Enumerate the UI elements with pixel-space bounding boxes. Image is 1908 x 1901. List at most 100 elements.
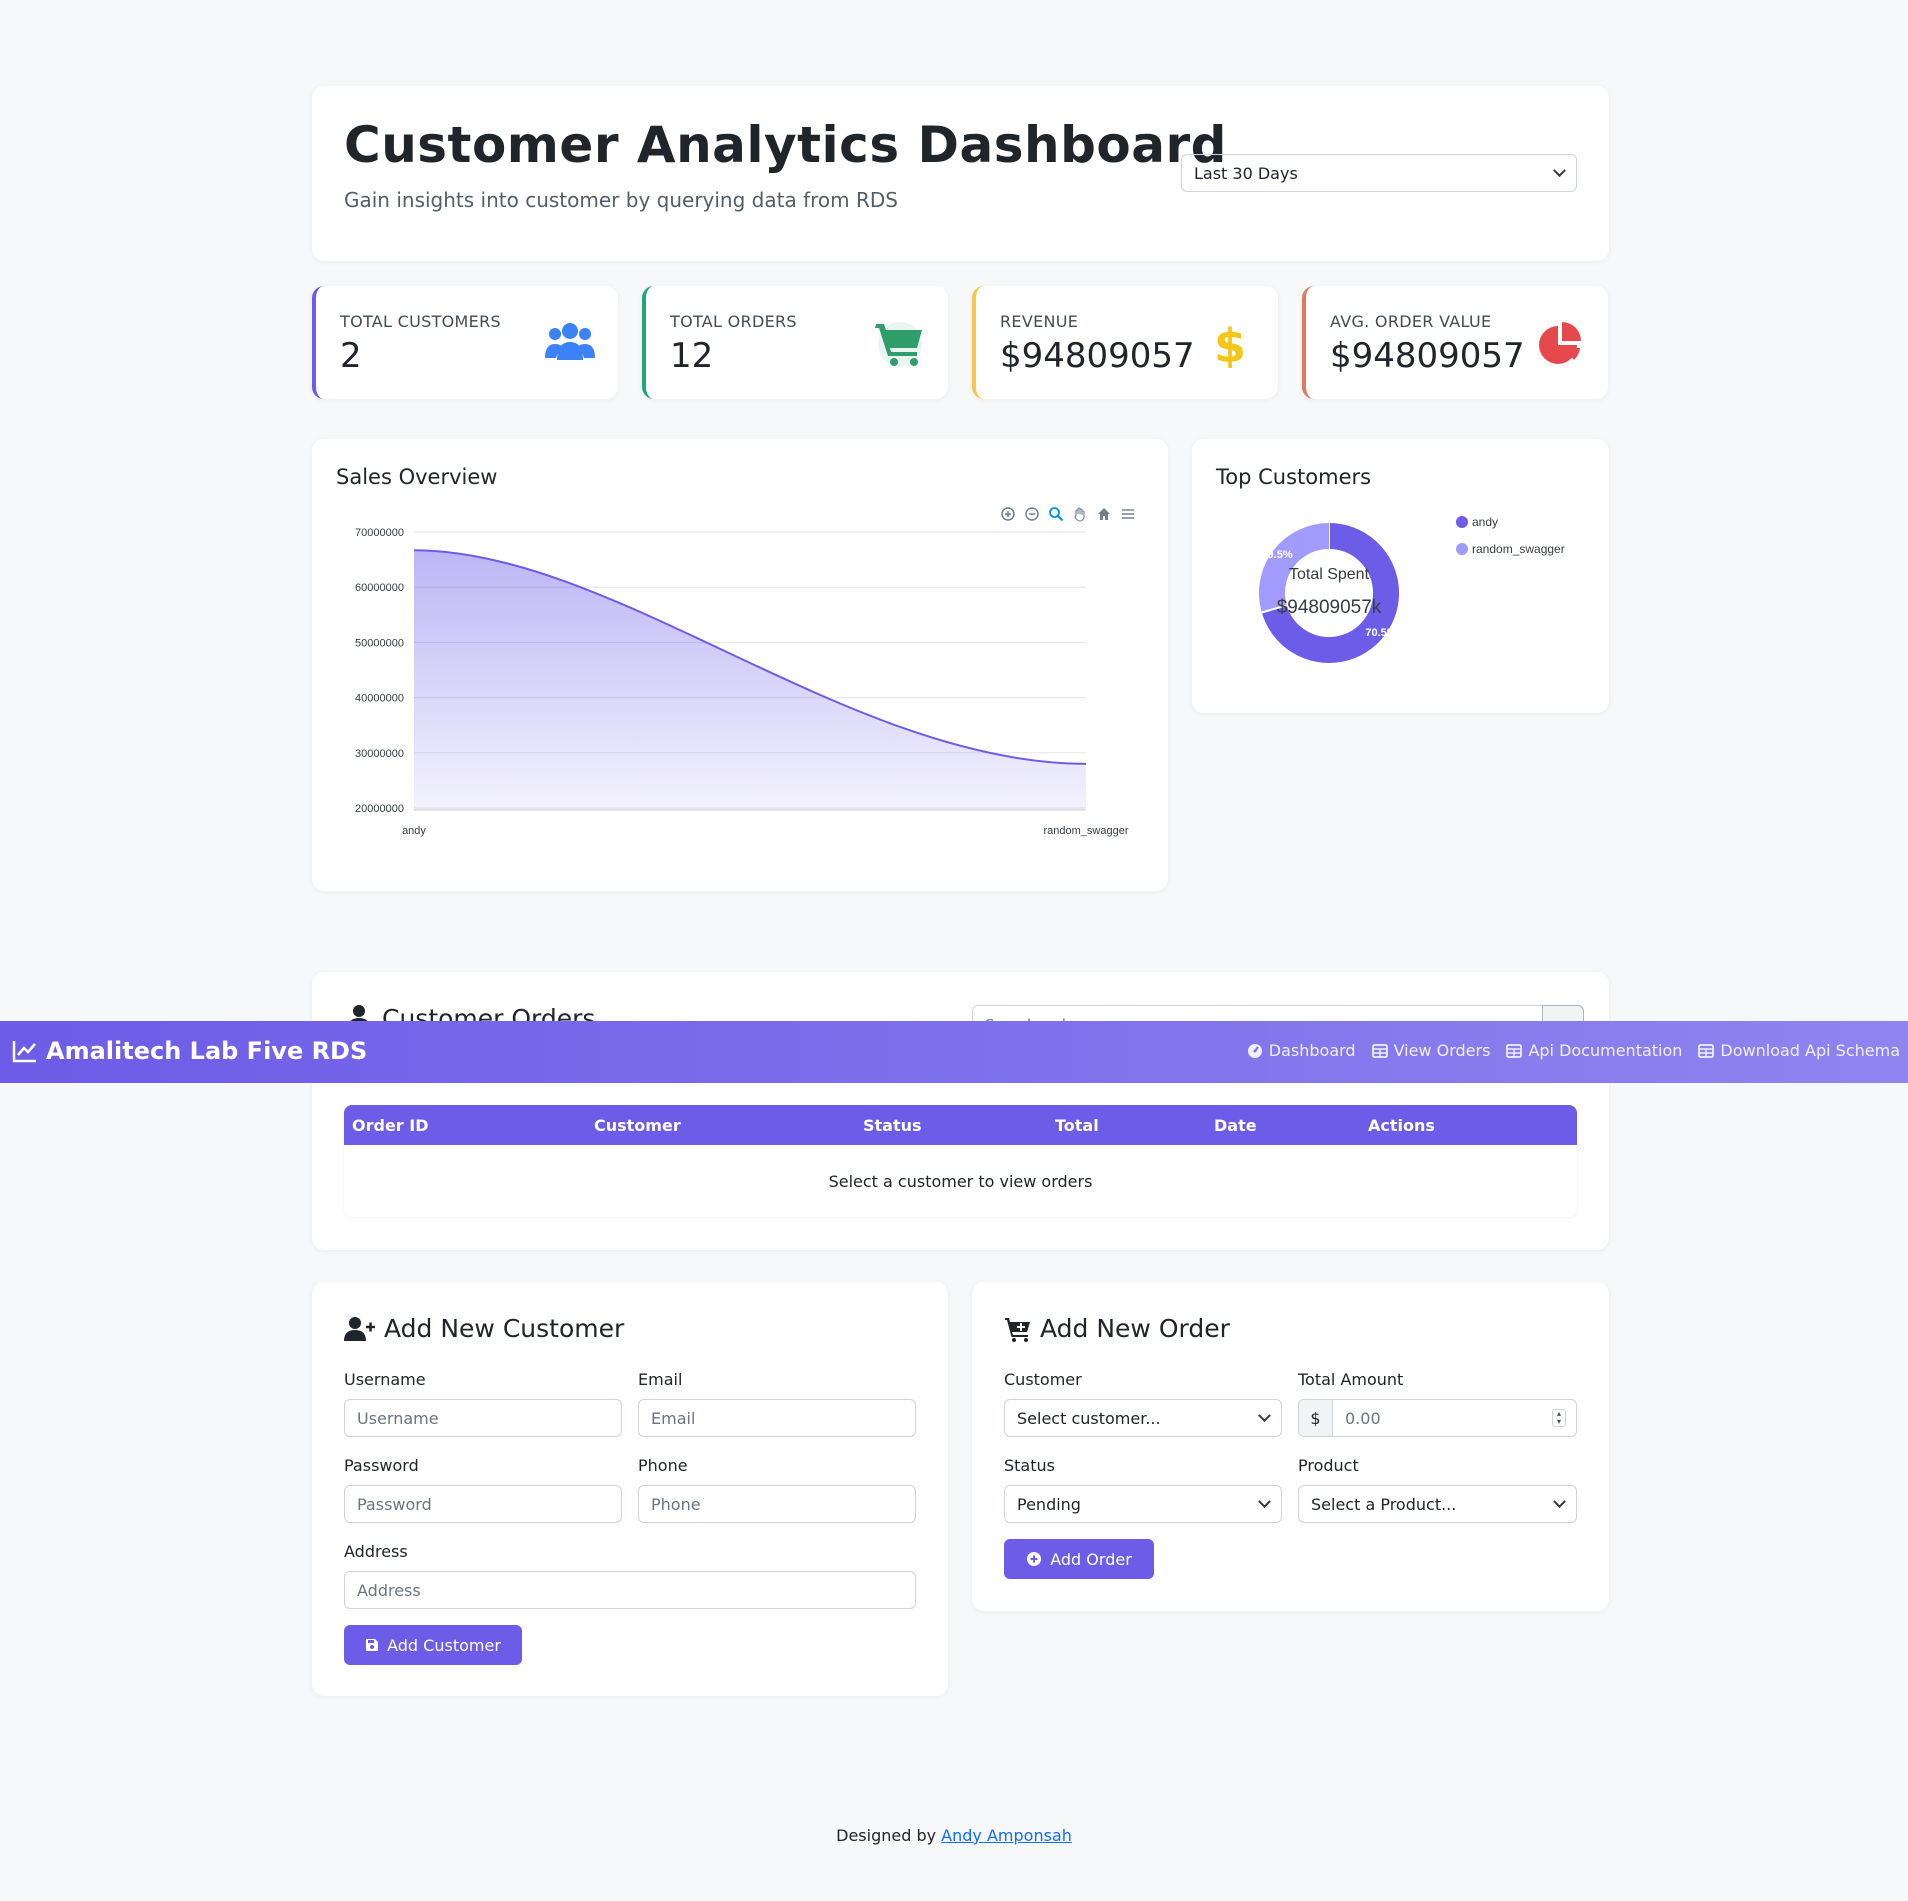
navbar-links: Dashboard View Orders Api Documentation … bbox=[1247, 1041, 1900, 1060]
slice-value-label: 29.5% bbox=[1261, 549, 1292, 561]
x-tick-label: random_swagger bbox=[1044, 825, 1129, 837]
username-label: Username bbox=[344, 1370, 426, 1389]
stat-label: TOTAL ORDERS bbox=[670, 312, 797, 331]
y-tick-label: 40000000 bbox=[355, 693, 404, 705]
nav-item-view-orders[interactable]: View Orders bbox=[1371, 1041, 1490, 1060]
stat-label: TOTAL CUSTOMERS bbox=[340, 312, 501, 331]
column-header: Actions bbox=[1368, 1116, 1435, 1135]
product-label: Product bbox=[1298, 1456, 1359, 1475]
nav-item-download-api-schema[interactable]: Download Api Schema bbox=[1698, 1041, 1900, 1060]
phone-label: Phone bbox=[638, 1456, 688, 1475]
page-title: Customer Analytics Dashboard bbox=[344, 116, 1227, 174]
empty-state-text: Select a customer to view orders bbox=[828, 1171, 1093, 1191]
chevron-down-icon bbox=[1258, 1408, 1271, 1422]
user-plus-icon bbox=[344, 1316, 375, 1341]
donut-center-value: $94809057k bbox=[1277, 597, 1382, 618]
page-subtitle: Gain insights into customer by querying … bbox=[344, 188, 898, 212]
date-range-select[interactable]: Last 30 Days bbox=[1181, 154, 1577, 192]
add-order-title: Add New Order bbox=[1004, 1314, 1230, 1343]
sales-overview-card: Sales Overview 70000000 60000000 50000000 4… bbox=[312, 439, 1168, 891]
orders-table-header: Order ID Customer Status Total Date Acti… bbox=[344, 1105, 1577, 1145]
customer-label: Customer bbox=[1004, 1370, 1082, 1389]
password-label: Password bbox=[344, 1456, 419, 1475]
gauge-icon bbox=[1247, 1043, 1262, 1058]
chevron-down-icon bbox=[1258, 1494, 1271, 1508]
navbar-brand[interactable]: Amalitech Lab Five RDS bbox=[12, 1037, 367, 1065]
column-header: Total bbox=[1055, 1116, 1099, 1135]
users-icon bbox=[545, 323, 595, 360]
add-customer-button[interactable]: Add Customer bbox=[344, 1625, 522, 1665]
add-order-button[interactable]: Add Order bbox=[1004, 1539, 1154, 1579]
footer: Designed by Andy Amponsah bbox=[0, 1826, 1908, 1845]
slice-value-label: 70.5% bbox=[1365, 627, 1396, 639]
top-customers-title: Top Customers bbox=[1216, 465, 1372, 489]
dollar-icon: $ bbox=[1214, 320, 1246, 368]
address-input[interactable]: Address bbox=[344, 1571, 916, 1609]
status-select[interactable]: Pending bbox=[1004, 1485, 1282, 1523]
legend-label[interactable]: andy bbox=[1472, 515, 1498, 529]
email-input[interactable]: Email bbox=[638, 1399, 916, 1437]
y-tick-label: 70000000 bbox=[355, 527, 404, 539]
stat-value: $94809057 bbox=[1000, 336, 1195, 376]
stat-card-avg-order-value: AVG. ORDER VALUE $94809057 bbox=[1302, 286, 1608, 399]
add-order-card: Add New Order Customer Select customer..… bbox=[972, 1282, 1609, 1611]
y-tick-label: 60000000 bbox=[355, 582, 404, 594]
column-header: Status bbox=[863, 1116, 922, 1135]
header-card: Customer Analytics Dashboard Gain insigh… bbox=[312, 86, 1609, 261]
table-icon bbox=[1698, 1043, 1715, 1058]
table-icon bbox=[1371, 1043, 1388, 1058]
svg-text:$: $ bbox=[1214, 320, 1246, 368]
column-header: Customer bbox=[594, 1116, 681, 1135]
stat-value: $94809057 bbox=[1330, 336, 1525, 376]
stat-card-revenue: REVENUE $94809057 $ bbox=[972, 286, 1278, 399]
column-header: Order ID bbox=[352, 1116, 429, 1135]
stat-value: 2 bbox=[340, 336, 362, 376]
pie-chart-icon bbox=[1539, 322, 1581, 364]
add-customer-card: Add New Customer Username Username Email… bbox=[312, 1282, 948, 1696]
customer-orders-card: Customer Orders Search orders... Order I… bbox=[312, 972, 1609, 1250]
legend-label[interactable]: random_swagger bbox=[1472, 542, 1565, 556]
nav-item-api-documentation[interactable]: Api Documentation bbox=[1506, 1041, 1682, 1060]
sales-area-fill bbox=[414, 550, 1086, 810]
stat-card-total-customers: TOTAL CUSTOMERS 2 bbox=[312, 286, 618, 399]
save-icon bbox=[366, 1639, 379, 1651]
author-link[interactable]: Andy Amponsah bbox=[941, 1826, 1072, 1845]
nav-item-dashboard[interactable]: Dashboard bbox=[1247, 1041, 1356, 1060]
number-spinner[interactable]: ▴ ▾ bbox=[1552, 1409, 1566, 1427]
table-icon bbox=[1506, 1043, 1523, 1058]
total-amount-input-group: $ 0.00 ▴ ▾ bbox=[1298, 1399, 1577, 1437]
address-label: Address bbox=[344, 1542, 408, 1561]
total-amount-label: Total Amount bbox=[1298, 1370, 1404, 1389]
legend-marker bbox=[1456, 543, 1468, 555]
top-customers-donut-chart: 70.5% 29.5% Total Spent $94809057k andy ra… bbox=[1259, 515, 1565, 663]
product-select[interactable]: Select a Product... bbox=[1298, 1485, 1577, 1523]
top-customers-card: Top Customers 70.5% 29.5% Total Spent $94… bbox=[1192, 439, 1609, 713]
status-label: Status bbox=[1004, 1456, 1055, 1475]
y-tick-label: 30000000 bbox=[355, 748, 404, 760]
sales-area-chart: 70000000 60000000 50000000 40000000 30000000… bbox=[355, 527, 1129, 837]
cart-plus-icon bbox=[1005, 1317, 1030, 1342]
customer-select[interactable]: Select customer... bbox=[1004, 1399, 1282, 1437]
x-tick-label: andy bbox=[402, 825, 426, 837]
stat-label: AVG. ORDER VALUE bbox=[1330, 312, 1492, 331]
stat-label: REVENUE bbox=[1000, 312, 1079, 331]
total-amount-input[interactable]: 0.00 bbox=[1333, 1409, 1552, 1428]
sales-overview-title: Sales Overview bbox=[336, 465, 498, 489]
password-input[interactable]: Password bbox=[344, 1485, 622, 1523]
date-range-value: Last 30 Days bbox=[1194, 163, 1298, 183]
navbar: Amalitech Lab Five RDS Dashboard View Or… bbox=[0, 1021, 1908, 1083]
currency-prefix: $ bbox=[1299, 1400, 1333, 1436]
chevron-down-icon bbox=[1553, 163, 1566, 177]
line-chart-icon bbox=[12, 1041, 36, 1063]
stat-value: 12 bbox=[670, 336, 714, 376]
phone-input[interactable]: Phone bbox=[638, 1485, 916, 1523]
orders-table: Order ID Customer Status Total Date Acti… bbox=[344, 1105, 1577, 1217]
footer-prefix: Designed by bbox=[836, 1826, 937, 1845]
y-tick-label: 20000000 bbox=[355, 803, 404, 815]
plus-circle-icon bbox=[1027, 1552, 1042, 1566]
stat-card-total-orders: TOTAL ORDERS 12 bbox=[642, 286, 948, 399]
y-tick-label: 50000000 bbox=[355, 637, 404, 649]
username-input[interactable]: Username bbox=[344, 1399, 622, 1437]
add-customer-title: Add New Customer bbox=[344, 1314, 624, 1343]
chevron-down-icon bbox=[1553, 1494, 1566, 1508]
